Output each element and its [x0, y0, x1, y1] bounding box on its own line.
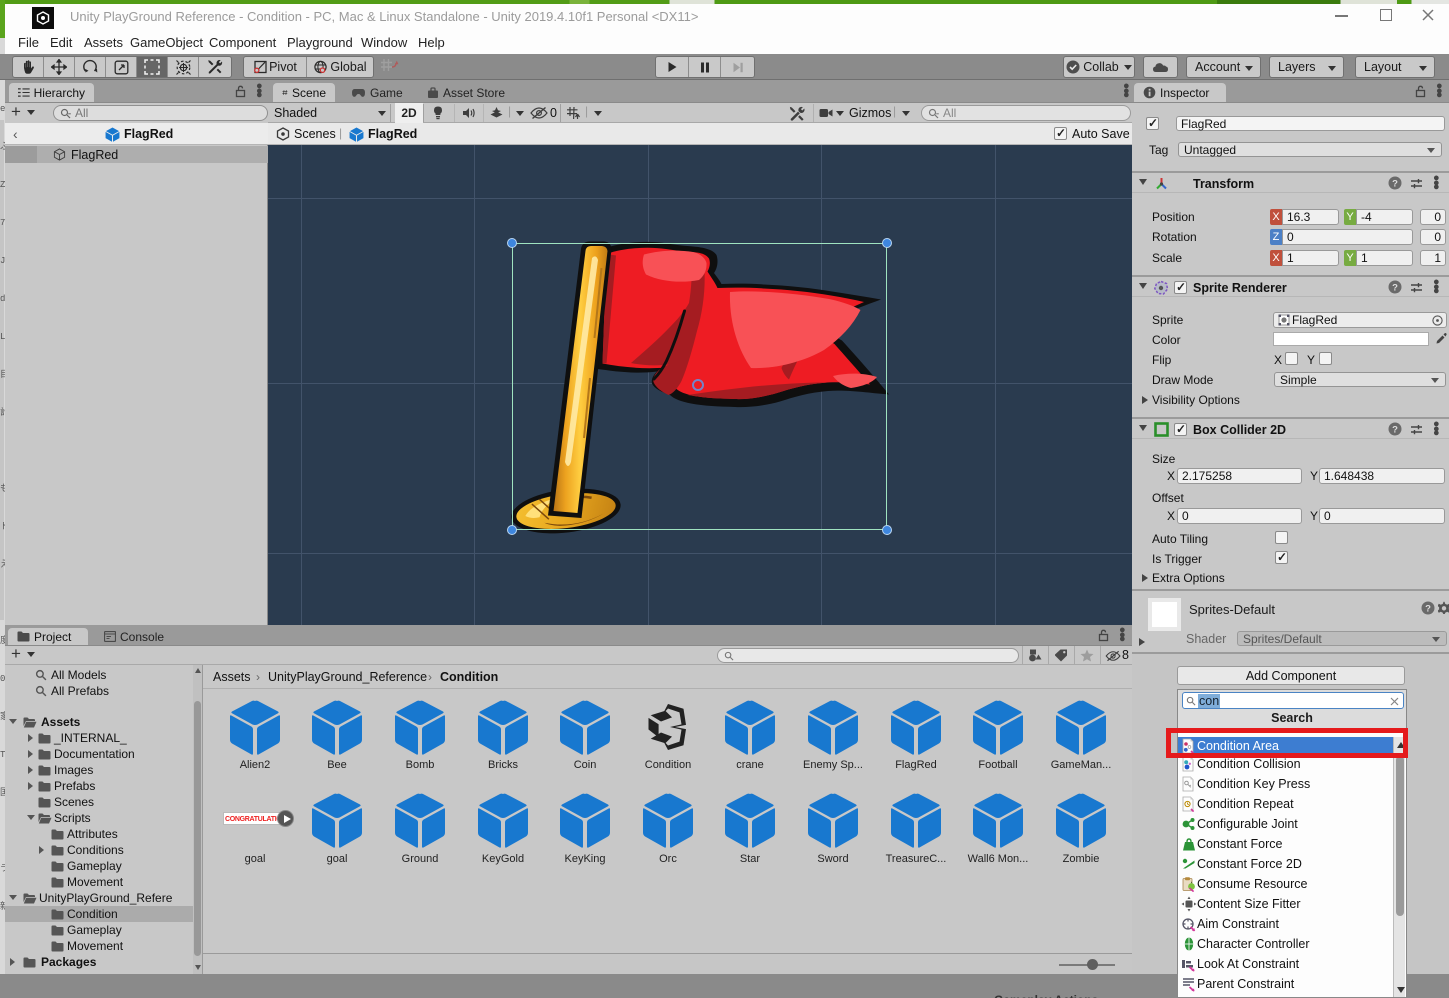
svg-text:?: ?: [1392, 424, 1398, 435]
svg-text:?: ?: [1392, 282, 1398, 293]
svg-text:?: ?: [1425, 603, 1431, 614]
svg-text:?: ?: [1392, 178, 1398, 189]
